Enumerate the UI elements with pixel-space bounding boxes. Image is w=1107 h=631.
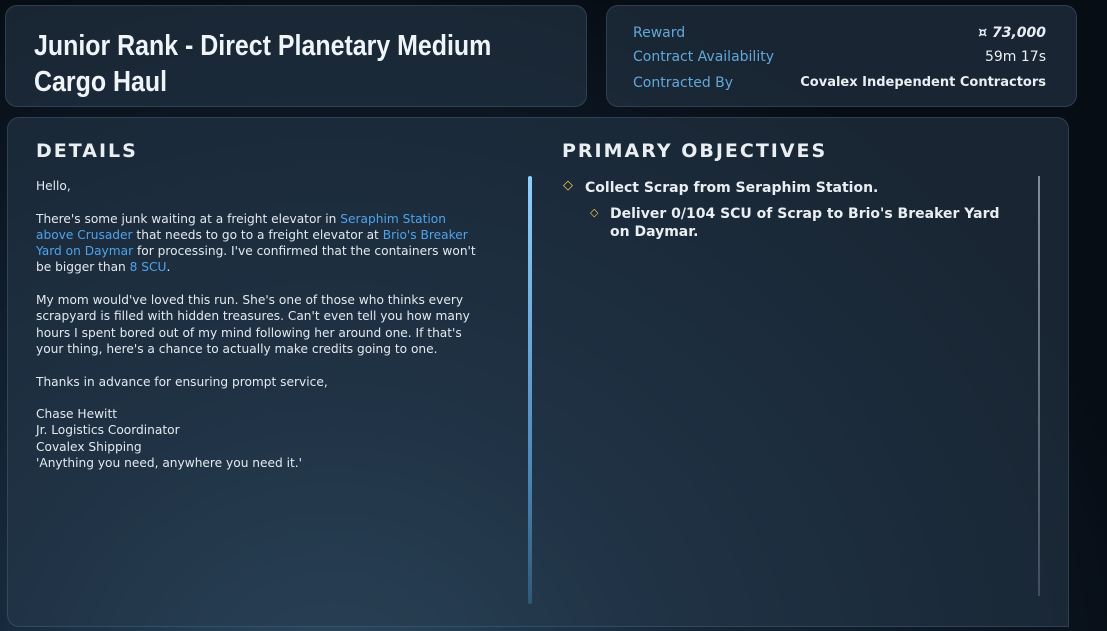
p1-text-d: .: [166, 260, 171, 275]
contract-main-panel: DETAILS Hello, There's some junk waiting…: [7, 117, 1069, 627]
signature-company: Covalex Shipping: [36, 439, 142, 454]
objectives-scrollbar[interactable]: [1038, 176, 1040, 596]
p1-text-a: There's some junk waiting at a freight e…: [36, 211, 341, 226]
signature-name: Chase Hewitt: [36, 407, 117, 422]
contract-title: Junior Rank - Direct Planetary Medium Ca…: [34, 30, 492, 98]
details-paragraph-1: There's some junk waiting at a freight e…: [36, 211, 486, 276]
details-paragraph-2: My mom would've loved this run. She's on…: [36, 293, 470, 356]
signature-title: Jr. Logistics Coordinator: [36, 423, 180, 438]
contracted-by-value: Covalex Independent Contractors: [800, 75, 1046, 90]
contract-info-panel: Reward ¤ 73,000 Contract Availability 59…: [606, 5, 1077, 107]
greeting: Hello,: [36, 179, 71, 193]
signature-motto: 'Anything you need, anywhere you need it…: [36, 456, 303, 471]
objectives-heading: PRIMARY OBJECTIVES: [562, 140, 828, 162]
reward-value: ¤ 73,000: [978, 25, 1046, 41]
details-paragraph-3: Thanks in advance for ensuring prompt se…: [36, 374, 328, 389]
details-body[interactable]: Hello, There's some junk waiting at a fr…: [36, 178, 486, 471]
objective-diamond-icon: ◇: [563, 178, 573, 193]
sub-objective-item: Deliver 0/104 SCU of Scrap to Brio's Bre…: [610, 206, 1000, 240]
objective-item: Collect Scrap from Seraphim Station.: [585, 180, 879, 196]
scu-highlight: 8 SCU: [129, 260, 167, 275]
availability-value: 59m 17s: [984, 49, 1046, 65]
details-heading: DETAILS: [36, 140, 138, 162]
p1-text-b: that needs to go to a freight elevator a…: [132, 227, 383, 242]
details-scrollbar[interactable]: [528, 176, 532, 604]
sub-objective-diamond-icon: ◇: [590, 206, 599, 219]
contracted-by-label: Contracted By: [633, 75, 734, 91]
availability-label: Contract Availability: [633, 49, 774, 65]
reward-label: Reward: [633, 25, 686, 41]
title-panel: Junior Rank - Direct Planetary Medium Ca…: [5, 5, 587, 107]
